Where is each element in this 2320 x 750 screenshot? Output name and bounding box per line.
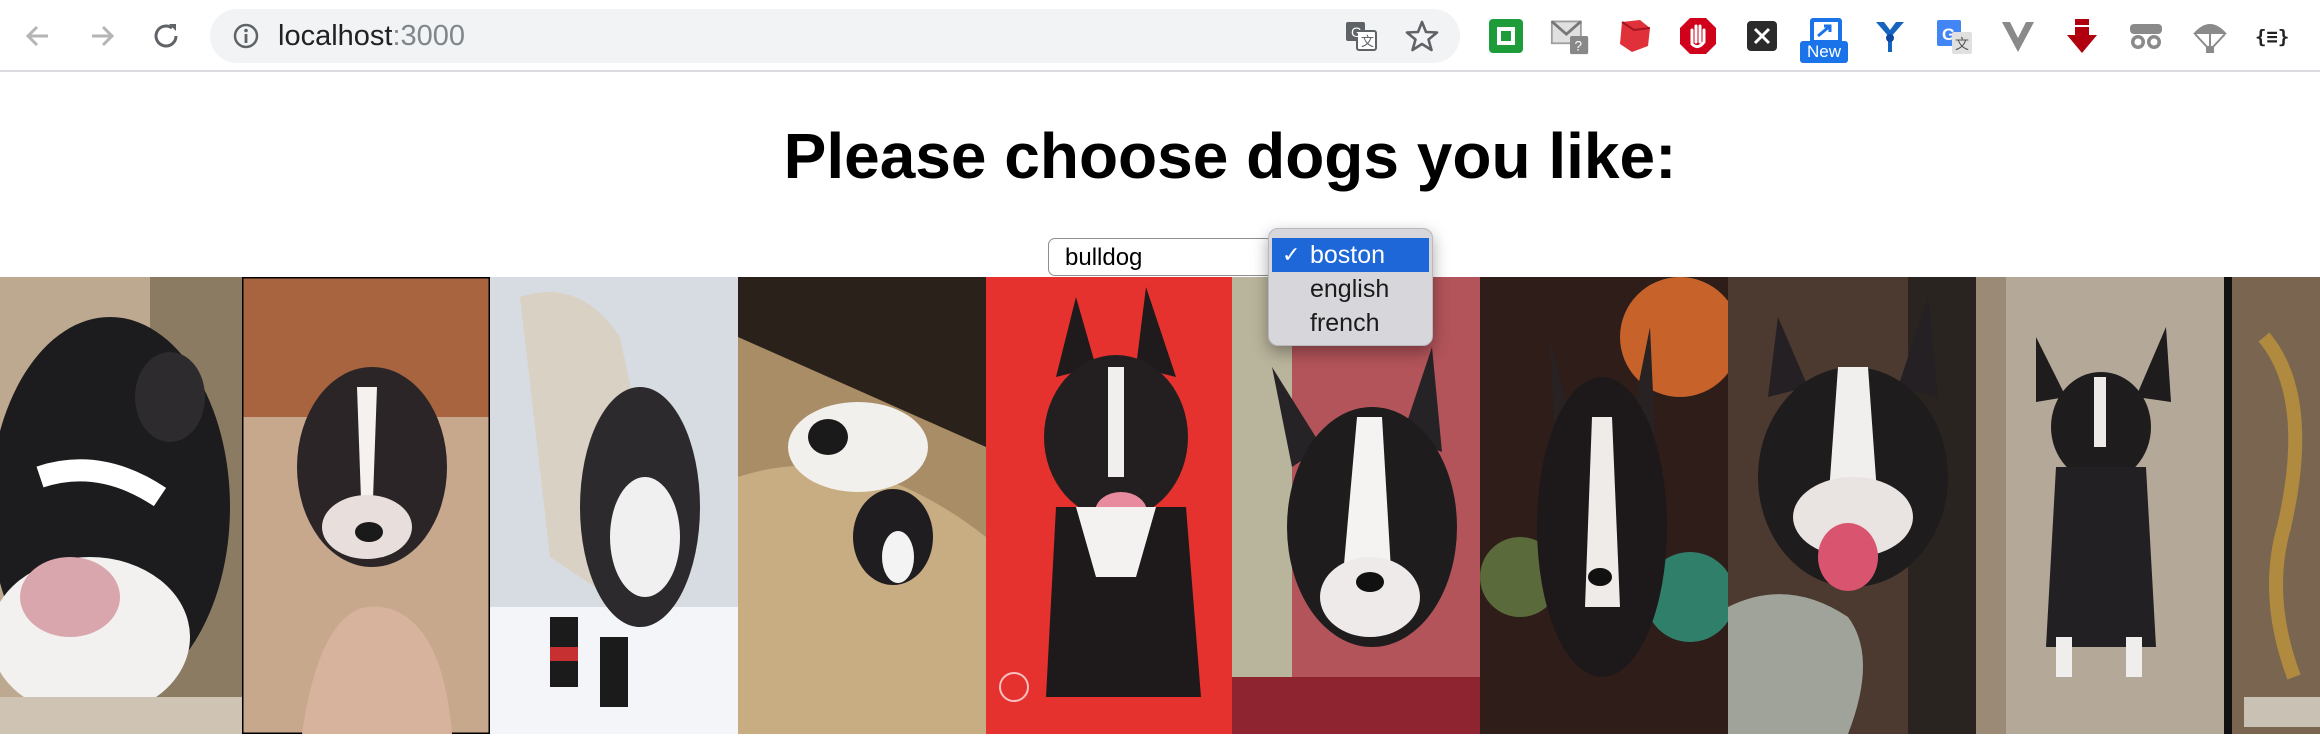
option-label: boston	[1310, 241, 1386, 269]
svg-text:?: ?	[1575, 39, 1583, 54]
url-port: :3000	[392, 20, 466, 52]
dog-photo	[2224, 277, 2320, 734]
translate-icon[interactable]: G 文	[1344, 19, 1378, 53]
address-bar[interactable]: localhost:3000 G 文	[210, 9, 1460, 63]
back-button[interactable]	[16, 14, 60, 58]
dog-photo	[738, 277, 986, 734]
dropdown-option-french[interactable]: french	[1269, 306, 1432, 340]
reload-icon	[154, 24, 178, 48]
gmail-checker-extension-icon[interactable]: ?	[1550, 16, 1590, 56]
info-icon[interactable]	[232, 22, 260, 50]
option-label: french	[1310, 309, 1380, 337]
forward-button[interactable]	[80, 14, 124, 58]
green-square-extension-icon[interactable]	[1486, 16, 1526, 56]
dropdown-option-boston[interactable]: ✓ boston	[1272, 238, 1429, 272]
svg-text:{≡}: {≡}	[2255, 26, 2289, 48]
browser-toolbar: localhost:3000 G 文 ? New G 文 {≡}	[0, 0, 2320, 72]
breed-select[interactable]: bulldog	[1048, 238, 1273, 276]
forward-arrow-icon	[92, 25, 115, 47]
svg-text:文: 文	[1955, 36, 1969, 52]
dog-image-strip	[0, 277, 2320, 734]
reload-button[interactable]	[144, 14, 188, 58]
stop-hand-extension-icon[interactable]	[1678, 16, 1718, 56]
dropdown-option-english[interactable]: english	[1269, 272, 1432, 306]
url-host: localhost	[278, 20, 393, 52]
page-heading: Please choose dogs you like:	[783, 120, 1677, 192]
dog-photo	[986, 277, 1232, 734]
dog-photo	[0, 277, 242, 734]
option-label: english	[1310, 275, 1390, 303]
red-download-arrow-icon[interactable]	[2062, 16, 2102, 56]
url-text[interactable]: localhost:3000	[278, 21, 465, 51]
x-extension-icon[interactable]	[1742, 16, 1782, 56]
bookmark-star-icon[interactable]	[1405, 19, 1439, 53]
incognito-glasses-icon[interactable]	[2126, 16, 2166, 56]
back-arrow-icon	[25, 25, 48, 47]
google-translate-extension-icon[interactable]: G 文	[1934, 16, 1974, 56]
breed-select-value: bulldog	[1065, 244, 1143, 271]
parachute-extension-icon[interactable]	[2190, 16, 2230, 56]
new-badge: New	[1800, 41, 1848, 63]
v-shield-extension-icon[interactable]	[1998, 16, 2038, 56]
checkmark-icon: ✓	[1282, 242, 1301, 267]
breed-dropdown-menu: ✓ boston english french	[1268, 228, 1433, 346]
dog-photo	[1728, 277, 1976, 734]
json-braces-extension-icon[interactable]: {≡}	[2254, 16, 2294, 56]
dog-photo	[1976, 277, 2224, 734]
dog-photo	[490, 277, 738, 734]
svg-text:文: 文	[1361, 34, 1374, 49]
dog-photo	[1480, 277, 1728, 734]
blue-pin-extension-icon[interactable]	[1870, 16, 1910, 56]
red-cube-extension-icon[interactable]	[1614, 16, 1654, 56]
dog-photo	[242, 277, 490, 734]
